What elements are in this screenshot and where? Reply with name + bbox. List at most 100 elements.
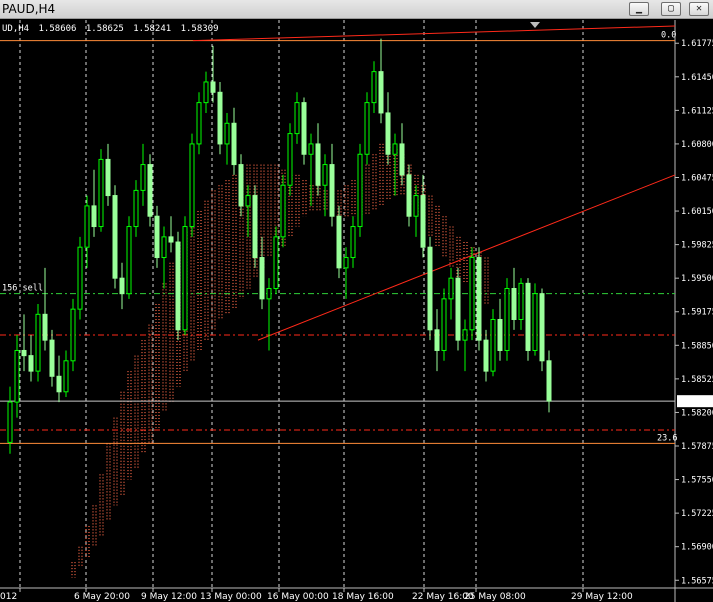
candle-body: [504, 288, 510, 351]
candle-body: [441, 298, 447, 351]
time-label: 25 May 08:00: [464, 592, 526, 602]
candle-body: [182, 226, 188, 331]
candle-body: [357, 153, 363, 228]
price-label: 1.57550: [681, 476, 713, 486]
candle-body: [161, 236, 167, 259]
candle-body: [210, 81, 216, 93]
price-label: 1.57875: [681, 442, 713, 452]
candle-body: [252, 195, 258, 259]
price-label: 1.60800: [681, 140, 713, 150]
candle-body: [231, 122, 237, 166]
candle-body: [518, 282, 524, 320]
candle-body: [525, 282, 531, 351]
candle-body: [259, 257, 265, 300]
trend-line-support: [257, 174, 676, 341]
candle-body: [196, 102, 202, 145]
candle-body: [98, 158, 104, 228]
candle-body: [147, 164, 153, 217]
price-label: 1.56900: [681, 543, 713, 553]
price-chart[interactable]: 1.61775 1.61450 1.61125 1.60800 1.60475 1.601…: [0, 0, 713, 602]
candle-body: [497, 318, 503, 351]
candle-body: [427, 246, 433, 331]
candle-body: [77, 246, 83, 310]
candle-body: [315, 143, 321, 186]
time-label: 29 May 12:00: [571, 592, 633, 602]
time-label: 012: [0, 592, 17, 602]
trend-line-top: [192, 25, 676, 42]
candle-body: [273, 236, 279, 290]
candle-body: [511, 288, 517, 320]
candle-body: [203, 81, 209, 104]
candle-body: [126, 226, 132, 295]
candle-body: [105, 158, 111, 197]
candle-body: [462, 329, 468, 341]
candle-body: [406, 174, 412, 217]
candle-body: [336, 215, 342, 269]
candle-body: [301, 102, 307, 155]
candle-body: [392, 143, 398, 155]
candle-body: [350, 226, 356, 259]
candle-body: [399, 143, 405, 176]
candle-body: [266, 288, 272, 300]
candle-body: [14, 349, 20, 403]
candle-body: [371, 71, 377, 104]
open-value: 1.58606: [38, 24, 77, 34]
price-label: 1.59825: [681, 241, 713, 251]
candle-body: [294, 102, 300, 135]
candle-body: [420, 195, 426, 248]
candle-body: [175, 241, 181, 331]
candle-body: [434, 329, 440, 351]
candle-body: [91, 205, 97, 228]
candle-body: [7, 401, 13, 443]
candle-body: [140, 164, 146, 191]
candle-body: [546, 360, 552, 402]
candle-body: [35, 313, 41, 372]
price-label: 1.56575: [681, 576, 713, 586]
price-label: 1.60475: [681, 173, 713, 183]
fib-label-23-6: 23.6: [657, 433, 677, 443]
candle-body: [322, 164, 328, 186]
price-label: 1.59175: [681, 308, 713, 318]
candle-body: [245, 195, 251, 207]
chart-shift-marker-icon: [530, 22, 540, 28]
candle-body: [476, 257, 482, 341]
candle-body: [280, 184, 286, 238]
price-label: 1.59500: [681, 274, 713, 284]
price-label: 1.58525: [681, 375, 713, 385]
candle-body: [84, 205, 90, 248]
candle-body: [287, 133, 293, 186]
time-label: 9 May 12:00: [141, 592, 197, 602]
candle-body: [133, 189, 139, 228]
candle-body: [28, 355, 34, 372]
candle-body: [364, 102, 370, 155]
candle-body: [63, 360, 69, 393]
candle-body: [42, 313, 48, 341]
ohlc-info: UD,H4 1.58606 1.58625 1.58241 1.58309: [2, 24, 223, 34]
price-label: 1.61450: [681, 73, 713, 83]
symbol-label: UD,H4: [2, 24, 30, 34]
candle-body: [238, 164, 244, 207]
candle-body: [21, 349, 27, 357]
time-label: 18 May 16:00: [332, 592, 394, 602]
candle-body: [469, 257, 475, 331]
candle-body: [168, 236, 174, 243]
candle-body: [49, 339, 55, 377]
candle-body: [119, 277, 125, 295]
candle-body: [189, 143, 195, 228]
candle-body: [539, 293, 545, 362]
price-label: 1.58850: [681, 341, 713, 351]
candle-body: [413, 195, 419, 217]
candle-body: [532, 293, 538, 351]
time-label: 6 May 20:00: [74, 592, 130, 602]
current-price-label: 1.58309: [679, 397, 713, 407]
candle-body: [70, 308, 76, 362]
time-label: 16 May 00:00: [267, 592, 329, 602]
candle-body: [378, 71, 384, 114]
low-value: 1.58241: [133, 24, 172, 34]
order-label: 156 sell: [2, 284, 43, 294]
candle-body: [154, 215, 160, 259]
candle-body: [329, 164, 335, 217]
price-label: 1.60150: [681, 207, 713, 217]
candle-body: [308, 143, 314, 155]
candle-body: [224, 122, 230, 145]
